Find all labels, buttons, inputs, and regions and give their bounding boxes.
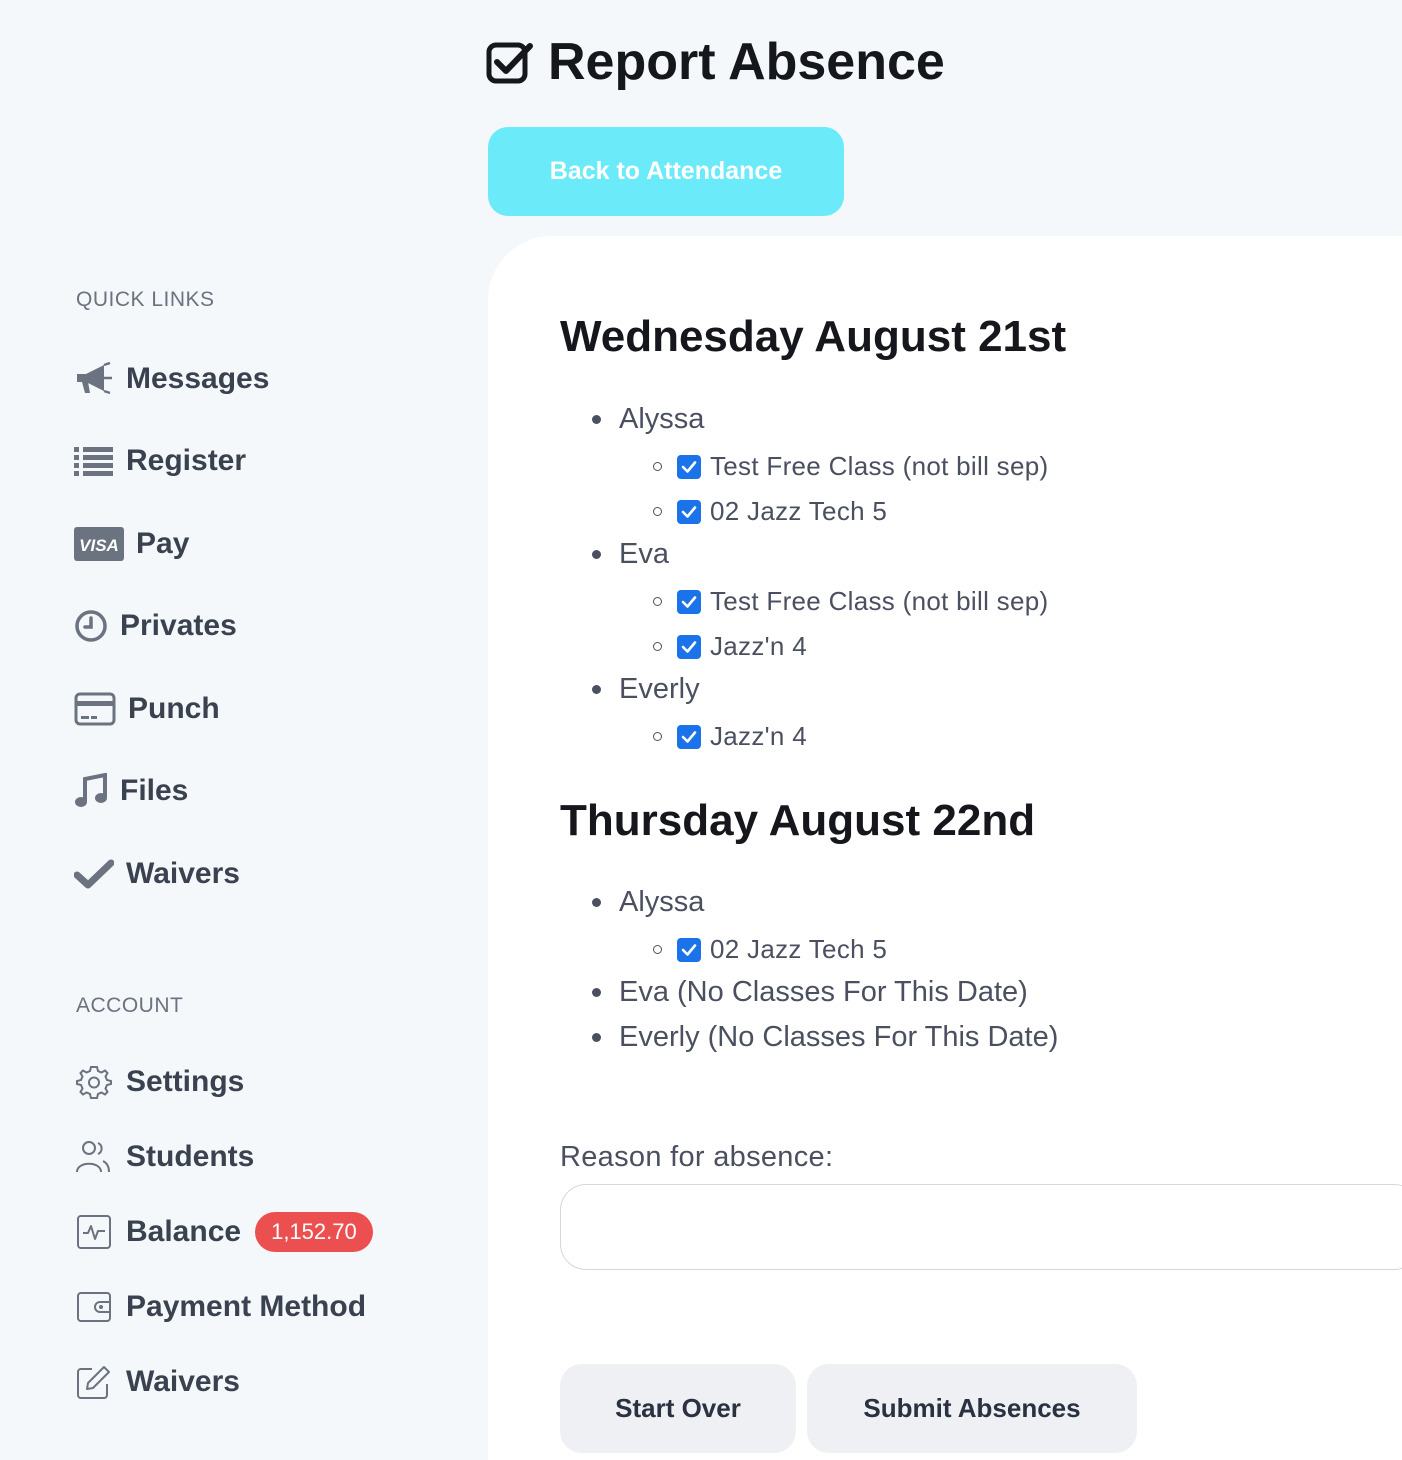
activity-icon xyxy=(74,1214,114,1250)
sidebar-item-label: Register xyxy=(126,444,247,477)
bullet xyxy=(592,1033,601,1042)
class-label: 02 Jazz Tech 5 xyxy=(710,934,888,964)
student-item: Alyssa xyxy=(592,886,704,919)
bullet xyxy=(592,550,601,559)
list-icon xyxy=(74,445,114,477)
reason-input[interactable] xyxy=(560,1184,1402,1270)
sidebar-item-label: Privates xyxy=(120,609,237,642)
back-to-attendance-button[interactable]: Back to Attendance xyxy=(488,127,844,216)
sidebar-item-label: Punch xyxy=(128,692,220,725)
sidebar-item-label: Payment Method xyxy=(126,1290,367,1323)
student-name: Alyssa xyxy=(619,403,705,435)
day-heading: Thursday August 22nd xyxy=(560,796,1036,845)
class-label: Jazz'n 4 xyxy=(710,721,807,751)
bullet xyxy=(592,415,601,424)
users-icon xyxy=(74,1139,114,1175)
sub-bullet xyxy=(653,642,662,651)
gear-icon xyxy=(74,1064,114,1100)
page-title-text: Report Absence xyxy=(548,33,945,91)
reason-label: Reason for absence: xyxy=(560,1141,834,1173)
megaphone-icon xyxy=(74,362,114,396)
credit-card-icon xyxy=(74,692,116,726)
student-item: Everly xyxy=(592,673,700,706)
class-checkbox[interactable] xyxy=(677,499,701,524)
sidebar-item-punch[interactable]: Punch xyxy=(74,684,220,734)
quick-links-label: QUICK LINKS xyxy=(76,288,215,311)
sidebar-item-register[interactable]: Register xyxy=(74,436,246,486)
sidebar-item-privates[interactable]: Privates xyxy=(74,601,237,651)
student-name: Eva xyxy=(619,538,669,570)
bullet xyxy=(592,898,601,907)
student-name: Everly xyxy=(619,673,700,705)
class-label: Test Free Class (not bill sep) xyxy=(710,586,1049,616)
class-checkbox[interactable] xyxy=(677,454,701,479)
class-item: 02 Jazz Tech 5 xyxy=(653,934,887,965)
sidebar-item-payment-method[interactable]: Payment Method xyxy=(74,1282,366,1332)
student-item: Alyssa xyxy=(592,403,704,436)
student-name: Alyssa xyxy=(619,886,705,918)
sidebar-item-pay[interactable]: VISA Pay xyxy=(74,519,189,569)
day-heading: Wednesday August 21st xyxy=(560,312,1067,361)
start-over-button[interactable]: Start Over xyxy=(560,1364,796,1453)
bullet xyxy=(592,988,601,997)
class-item: Jazz'n 4 xyxy=(653,721,807,752)
class-label: Jazz'n 4 xyxy=(710,631,807,661)
submit-absences-button[interactable]: Submit Absences xyxy=(807,1364,1137,1453)
account-label: ACCOUNT xyxy=(76,994,184,1017)
class-checkbox[interactable] xyxy=(677,937,701,962)
balance-badge: 1,152.70 xyxy=(255,1212,373,1252)
sub-bullet xyxy=(653,507,662,516)
sidebar-item-waivers-account[interactable]: Waivers xyxy=(74,1357,240,1407)
sidebar-item-label: Settings xyxy=(126,1065,245,1098)
sidebar-item-waivers[interactable]: Waivers xyxy=(74,849,240,899)
sidebar-item-label: Waivers xyxy=(126,857,240,890)
bullet xyxy=(592,685,601,694)
music-note-icon xyxy=(74,773,108,809)
svg-text:VISA: VISA xyxy=(79,536,119,555)
page-title: Report Absence xyxy=(486,28,945,96)
class-checkbox[interactable] xyxy=(677,724,701,749)
student-item: Everly (No Classes For This Date) xyxy=(592,1021,1058,1054)
sub-bullet xyxy=(653,732,662,741)
edit-icon xyxy=(74,1364,114,1400)
class-checkbox[interactable] xyxy=(677,589,701,614)
sidebar-item-messages[interactable]: Messages xyxy=(74,354,269,404)
sidebar-item-label: Balance xyxy=(126,1215,242,1248)
class-checkbox[interactable] xyxy=(677,634,701,659)
class-item: 02 Jazz Tech 5 xyxy=(653,496,887,527)
class-item: Test Free Class (not bill sep) xyxy=(653,451,1048,482)
student-item: Eva (No Classes For This Date) xyxy=(592,976,1028,1009)
sub-bullet xyxy=(653,945,662,954)
class-label: Test Free Class (not bill sep) xyxy=(710,451,1049,481)
class-item: Test Free Class (not bill sep) xyxy=(653,586,1048,617)
sub-bullet xyxy=(653,597,662,606)
class-label: 02 Jazz Tech 5 xyxy=(710,496,888,526)
sidebar-item-balance[interactable]: Balance 1,152.70 xyxy=(74,1207,373,1257)
visa-card-icon: VISA xyxy=(74,527,124,561)
sidebar-item-label: Messages xyxy=(126,362,270,395)
checkmark-icon xyxy=(74,859,114,889)
sidebar: QUICK LINKS Messages Register VISA Pay P… xyxy=(0,0,486,1460)
class-item: Jazz'n 4 xyxy=(653,631,807,662)
sidebar-item-label: Pay xyxy=(136,527,190,560)
sub-bullet xyxy=(653,462,662,471)
student-name: Everly (No Classes For This Date) xyxy=(619,1021,1059,1053)
student-name: Eva (No Classes For This Date) xyxy=(619,976,1028,1008)
student-item: Eva xyxy=(592,538,669,571)
checkbox-icon xyxy=(486,39,534,85)
sidebar-item-label: Files xyxy=(120,774,189,807)
sidebar-item-students[interactable]: Students xyxy=(74,1132,254,1182)
sidebar-item-label: Students xyxy=(126,1140,255,1173)
wallet-icon xyxy=(74,1289,114,1325)
sidebar-item-settings[interactable]: Settings xyxy=(74,1057,244,1107)
sidebar-item-label: Waivers xyxy=(126,1365,240,1398)
sidebar-item-files[interactable]: Files xyxy=(74,766,188,816)
clock-icon xyxy=(74,609,108,643)
